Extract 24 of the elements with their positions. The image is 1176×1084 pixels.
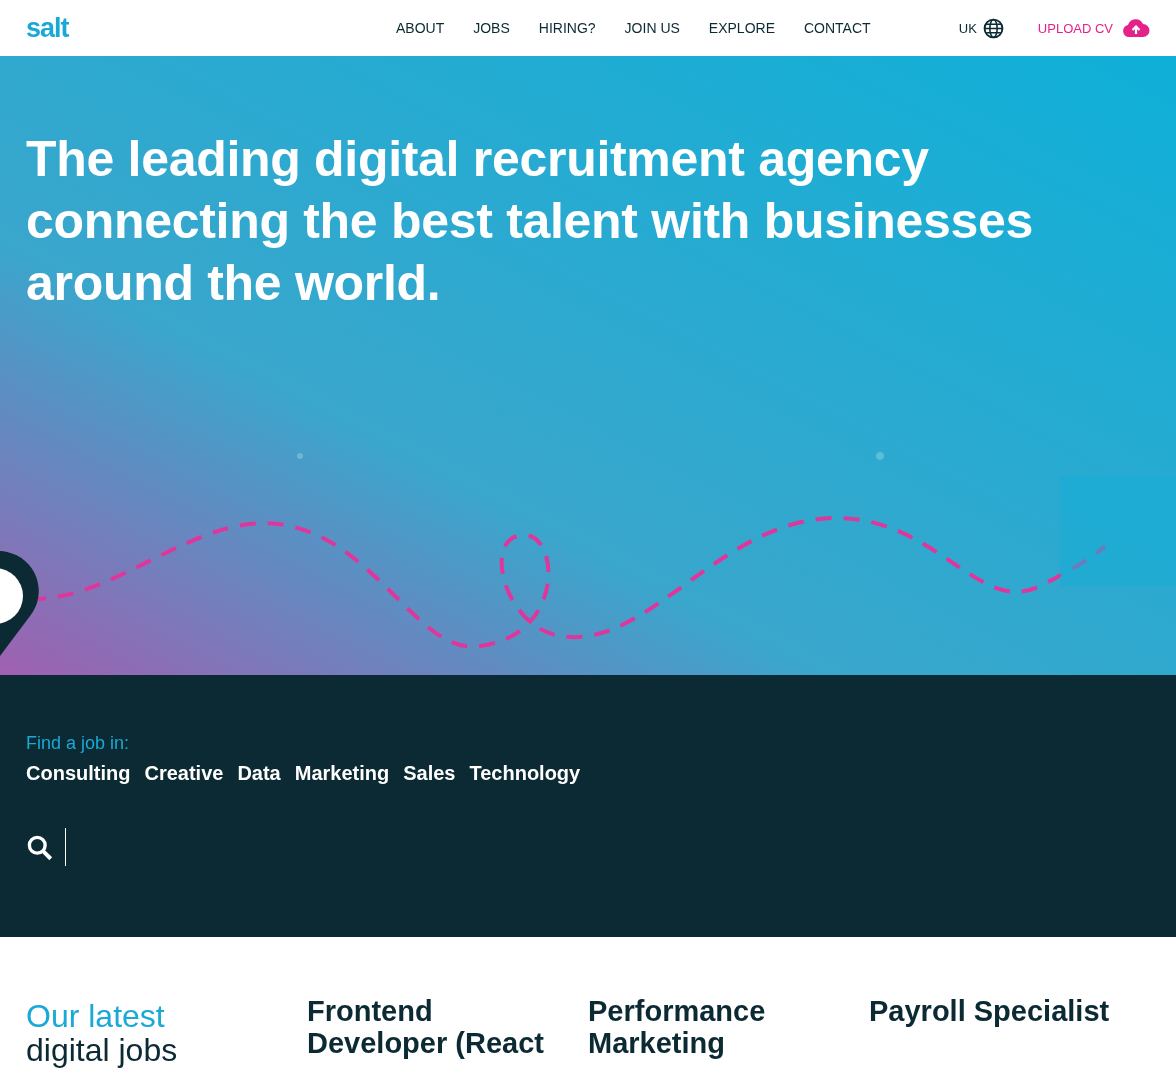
nav-link[interactable]: JOBS xyxy=(473,20,510,36)
nav-link[interactable]: ABOUT xyxy=(396,20,445,36)
category-link[interactable]: Technology xyxy=(469,762,581,785)
category-link[interactable]: Consulting xyxy=(26,762,131,785)
category-link[interactable]: Data xyxy=(237,762,281,785)
nav-link[interactable]: JOIN US xyxy=(624,20,680,36)
upload-cv-link[interactable]: UPLOAD CV xyxy=(1037,20,1113,36)
hero-headline: The leading digital recruitment agency connecting the best talent with businesses around the world. xyxy=(25,130,1035,313)
region-link[interactable]: UK xyxy=(958,20,977,36)
category-link[interactable]: Sales xyxy=(403,762,456,785)
cloud-upload-icon[interactable] xyxy=(1122,18,1150,38)
category-link[interactable]: Marketing xyxy=(294,762,390,785)
section-heading: digital jobs xyxy=(26,1033,179,1067)
search-icon xyxy=(26,833,53,861)
nav-link[interactable]: HIRING? xyxy=(538,20,596,36)
job-title[interactable]: Performance Marketing xyxy=(588,995,838,1059)
globe-icon[interactable] xyxy=(982,17,1004,39)
nav-link[interactable]: CONTACT xyxy=(804,20,871,36)
category-link[interactable]: Creative xyxy=(144,762,224,785)
job-title[interactable]: Frontend Developer (React xyxy=(307,995,557,1059)
job-title[interactable]: Payroll Specialist xyxy=(869,995,1119,1027)
nav-link[interactable]: EXPLORE xyxy=(708,20,775,36)
find-job-label: Find a job in: xyxy=(26,733,131,754)
section-heading: Our latest xyxy=(26,999,166,1033)
